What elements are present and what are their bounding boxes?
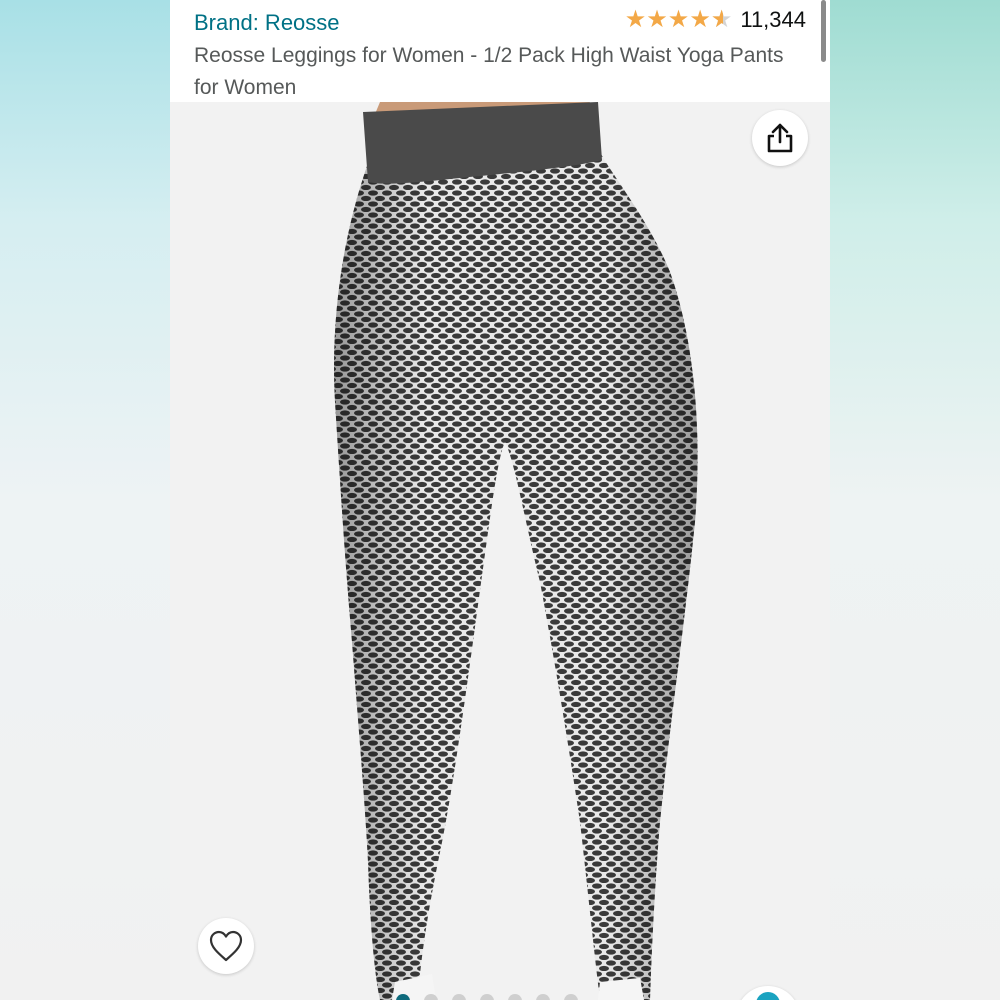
star-icon: ★ (646, 6, 668, 33)
product-image (334, 102, 698, 1000)
image-pagination (396, 994, 578, 1000)
half-star-icon: ★ (711, 6, 733, 34)
pagination-dot[interactable] (452, 994, 466, 1000)
heart-icon (209, 930, 243, 962)
pagination-dot[interactable] (536, 994, 550, 1000)
left-backdrop (0, 0, 170, 1000)
share-icon (767, 123, 793, 153)
star-rating: ★ ★ ★ ★ ★ (625, 6, 733, 34)
rating-count[interactable]: 11,344 (740, 7, 806, 33)
product-image-gallery[interactable] (170, 102, 830, 1000)
pagination-dot[interactable] (396, 994, 410, 1000)
right-backdrop (830, 0, 1000, 1000)
product-header: Brand: Reosse ★ ★ ★ ★ ★ 11,344 Reosse Le… (194, 0, 810, 102)
rating-summary[interactable]: ★ ★ ★ ★ ★ 11,344 (625, 6, 806, 34)
pagination-dot[interactable] (508, 994, 522, 1000)
product-title: Reosse Leggings for Women - 1/2 Pack Hig… (194, 44, 784, 99)
pagination-dot[interactable] (564, 994, 578, 1000)
star-icon: ★ (624, 6, 647, 33)
pagination-dot[interactable] (424, 994, 438, 1000)
product-detail-screen: Brand: Reosse ★ ★ ★ ★ ★ 11,344 Reosse Le… (170, 0, 830, 1000)
star-icon: ★ (689, 6, 711, 33)
star-icon: ★ (667, 6, 690, 33)
scrollbar[interactable] (821, 0, 826, 62)
add-to-wishlist-button[interactable] (198, 918, 254, 974)
share-button[interactable] (752, 110, 808, 166)
brand-link[interactable]: Brand: Reosse (194, 10, 340, 36)
pagination-dot[interactable] (480, 994, 494, 1000)
